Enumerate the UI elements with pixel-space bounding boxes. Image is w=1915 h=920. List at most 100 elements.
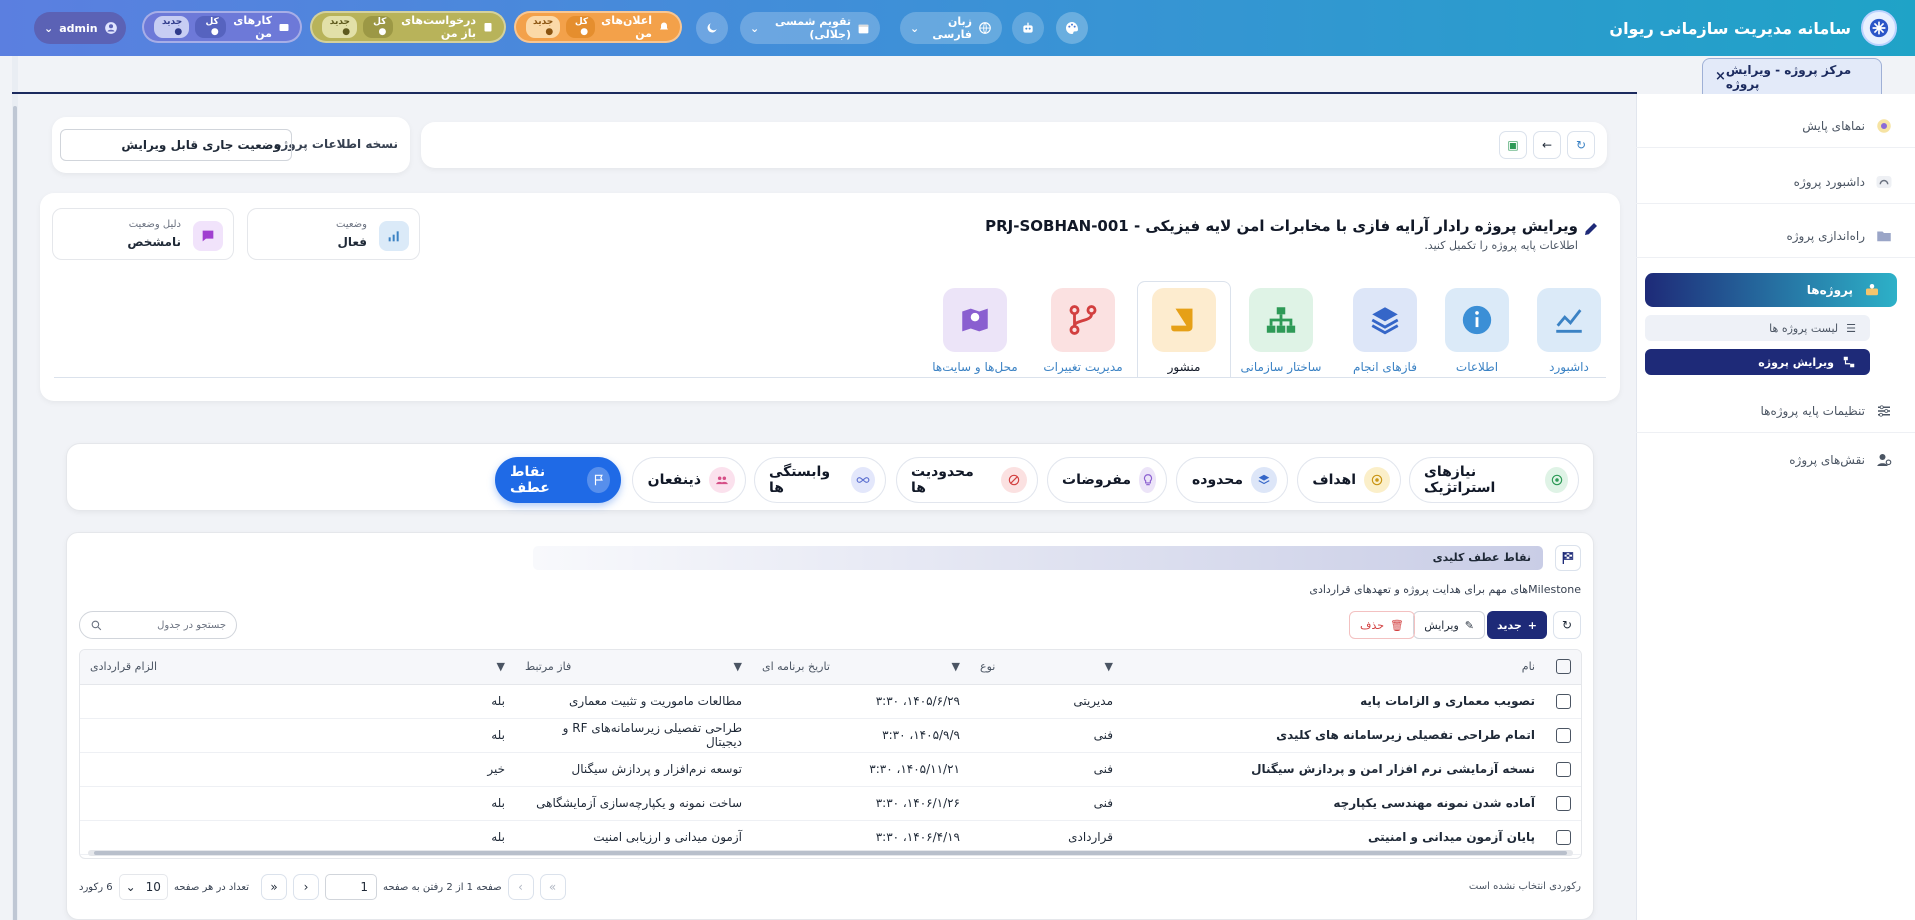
- module-charter[interactable]: منشور: [1141, 288, 1227, 374]
- horizontal-scrollbar[interactable]: [88, 850, 1573, 856]
- filter-icon[interactable]: ▼: [497, 660, 505, 673]
- new-count-chip: جدید ●: [526, 16, 561, 38]
- page-info: صفحه 1 از 2 رفتن به صفحه: [383, 881, 502, 893]
- subtab-assumptions[interactable]: مفروضات: [1047, 457, 1167, 503]
- subtab-label: نیازهای استراتژیک: [1424, 464, 1496, 496]
- table-row[interactable]: آماده شدن نمونه مهندسی یکپارچه فنی ۱۴۰۶/۱/…: [80, 786, 1581, 821]
- page-scrollbar[interactable]: [12, 56, 18, 920]
- map-pin-icon: [943, 288, 1007, 352]
- sidebar-item-project-dashboard[interactable]: داشبورد پروژه: [1636, 160, 1915, 204]
- theme-button[interactable]: [1056, 12, 1088, 44]
- table-search[interactable]: جستجو در جدول: [79, 611, 237, 639]
- module-dashboard[interactable]: داشبورد: [1526, 288, 1612, 374]
- app-logo-icon: [1861, 10, 1897, 46]
- info-icon: [1445, 288, 1509, 352]
- selection-status: رکوردی انتخاب نشده است: [1468, 881, 1581, 892]
- table-row[interactable]: پایان آزمون میدانی و امنیتی قراردادی ۱۴۰۶/…: [80, 820, 1581, 855]
- search-icon: [90, 619, 103, 632]
- ban-icon: [1001, 467, 1027, 493]
- dark-mode-button[interactable]: [696, 12, 728, 44]
- project-subtitle: اطلاعات پایه پروژه را تکمیل کنید.: [1424, 239, 1578, 252]
- subtab-dependencies[interactable]: وابستگی ها: [754, 457, 886, 503]
- version-select[interactable]: وضعیت جاری قابل ویرایش: [60, 129, 292, 161]
- table-refresh-button[interactable]: ↻: [1553, 611, 1581, 639]
- filter-icon[interactable]: ▼: [734, 660, 742, 673]
- per-page-select[interactable]: ⌄ 10: [118, 874, 168, 900]
- column-header-date[interactable]: تاریخ برنامه ای ▼: [752, 650, 970, 685]
- header-label: الزام قراردادی: [90, 660, 157, 674]
- sidebar-item-project-setup[interactable]: راه‌اندازی پروژه: [1636, 214, 1915, 258]
- prev-page-button[interactable]: ‹: [507, 874, 534, 900]
- page-input[interactable]: 1: [325, 874, 378, 900]
- reason-label: دلیل وضعیت: [128, 219, 181, 230]
- column-header-name[interactable]: نام: [1123, 650, 1545, 685]
- language-selector[interactable]: زبان فارسی ⌄: [900, 12, 1002, 44]
- delete-button[interactable]: 🗑 حذف: [1349, 611, 1415, 639]
- row-checkbox[interactable]: [1556, 693, 1571, 709]
- sidebar-item-projects[interactable]: پروژه‌ها: [1645, 273, 1897, 307]
- column-header-contractual[interactable]: الزام قراردادی ▼: [80, 650, 515, 685]
- sidebar-item-monitoring[interactable]: نماهای پایش: [1636, 104, 1915, 148]
- cell-contractual: بله: [80, 718, 515, 753]
- sidebar-item-base-settings[interactable]: تنظیمات پایه پروژه‌ها: [1636, 389, 1915, 433]
- edit-button[interactable]: ✎ ویرایش: [1413, 611, 1485, 639]
- scrollbar-thumb[interactable]: [94, 851, 1567, 855]
- filter-icon[interactable]: ▼: [1105, 660, 1113, 673]
- filter-icon[interactable]: ▼: [952, 660, 960, 673]
- first-page-button[interactable]: «: [539, 874, 566, 900]
- double-chevron-left-icon: «: [548, 880, 557, 894]
- my-open-requests-pill[interactable]: درخواست‌های باز من کل ● جدید ●: [310, 11, 506, 43]
- cell-contractual: بله: [80, 820, 515, 855]
- header-label: نام: [1521, 660, 1535, 674]
- row-checkbox[interactable]: [1556, 761, 1571, 777]
- refresh-button[interactable]: ↻: [1567, 131, 1595, 159]
- select-all-checkbox[interactable]: [1556, 659, 1571, 675]
- module-org-structure[interactable]: ساختار سازمانی: [1238, 288, 1324, 374]
- row-checkbox[interactable]: [1556, 795, 1571, 811]
- table-row[interactable]: تصویب معماری و الزامات پایه مدیریتی ۱۴۰۵/۶…: [80, 684, 1581, 719]
- column-header-phase[interactable]: فاز مرتبط ▼: [515, 650, 752, 685]
- cell-date: ۱۴۰۵/۶/۲۹، ۳:۳۰: [752, 684, 970, 719]
- cell-name: نسخه آزمایشی نرم افزار امن و پردازش سیگن…: [1123, 752, 1545, 787]
- sidebar-item-project-roles[interactable]: نقش‌های پروژه: [1636, 438, 1915, 482]
- cell-name: پایان آزمون میدانی و امنیتی: [1123, 820, 1545, 855]
- last-page-button[interactable]: »: [261, 874, 288, 900]
- sidebar-subitem-edit-project[interactable]: ویرایش پروژه: [1645, 349, 1870, 375]
- next-page-button[interactable]: ›: [293, 874, 320, 900]
- assistant-button[interactable]: [1012, 12, 1044, 44]
- subtab-strategic-needs[interactable]: نیازهای استراتژیک: [1409, 457, 1579, 503]
- back-button[interactable]: ←: [1533, 131, 1561, 159]
- user-menu[interactable]: ⌄ admin: [34, 12, 126, 44]
- table-row[interactable]: اتمام طراحی تفصیلی زیرسامانه های کلیدی فن…: [80, 718, 1581, 753]
- project-title: ویرایش پروژه رادار آرایه فازی با مخابرات…: [985, 217, 1578, 235]
- close-icon[interactable]: ×: [1715, 69, 1726, 84]
- subtab-milestones[interactable]: نقاط عطف: [495, 457, 621, 503]
- subtab-scope[interactable]: محدوده: [1176, 457, 1288, 503]
- arrow-left-icon: ←: [1541, 138, 1553, 152]
- save-button[interactable]: ▣: [1499, 131, 1527, 159]
- subtab-stakeholders[interactable]: ذینفعان: [632, 457, 746, 503]
- module-phases[interactable]: فازهای انجام: [1342, 288, 1428, 374]
- my-tasks-pill[interactable]: کارهای من کل ● جدید ●: [142, 11, 302, 43]
- row-checkbox[interactable]: [1556, 829, 1571, 845]
- brand[interactable]: سامانه مدیریت سازمانی ریوان: [1609, 8, 1897, 48]
- new-button[interactable]: + جدید: [1487, 611, 1547, 639]
- new-button-label: جدید: [1497, 618, 1522, 632]
- calendar-selector[interactable]: تقویم شمسی (جلالی) ⌄: [740, 12, 880, 44]
- cell-date: ۱۴۰۶/۱/۲۶، ۳:۳۰: [752, 786, 970, 821]
- sidebar-subitem-project-list[interactable]: ☰ لیست پروژه ها: [1645, 315, 1870, 341]
- column-header-type[interactable]: نوع ▼: [970, 650, 1123, 685]
- plus-icon: +: [1527, 618, 1537, 632]
- module-info[interactable]: اطلاعات: [1434, 288, 1520, 374]
- subtab-goals[interactable]: اهداف: [1297, 457, 1401, 503]
- my-notifications-pill[interactable]: اعلان‌های من کل ● جدید ●: [514, 11, 682, 43]
- subtab-constraints[interactable]: محدودیت ها: [896, 457, 1038, 503]
- tab-edit-project[interactable]: مرکز پروژه - ویرایش پروژه ×: [1702, 58, 1882, 94]
- table-row[interactable]: نسخه آزمایشی نرم افزار امن و پردازش سیگن…: [80, 752, 1581, 787]
- version-card: نسخه اطلاعات پروژه وضعیت جاری قابل ویرای…: [52, 117, 410, 173]
- row-checkbox[interactable]: [1556, 727, 1571, 743]
- module-change-management[interactable]: مدیریت تغییرات: [1040, 288, 1126, 374]
- module-sites[interactable]: محل‌ها و سایت‌ها: [932, 288, 1018, 374]
- scrollbar-thumb[interactable]: [13, 106, 17, 920]
- list-icon: ☰: [1846, 321, 1856, 335]
